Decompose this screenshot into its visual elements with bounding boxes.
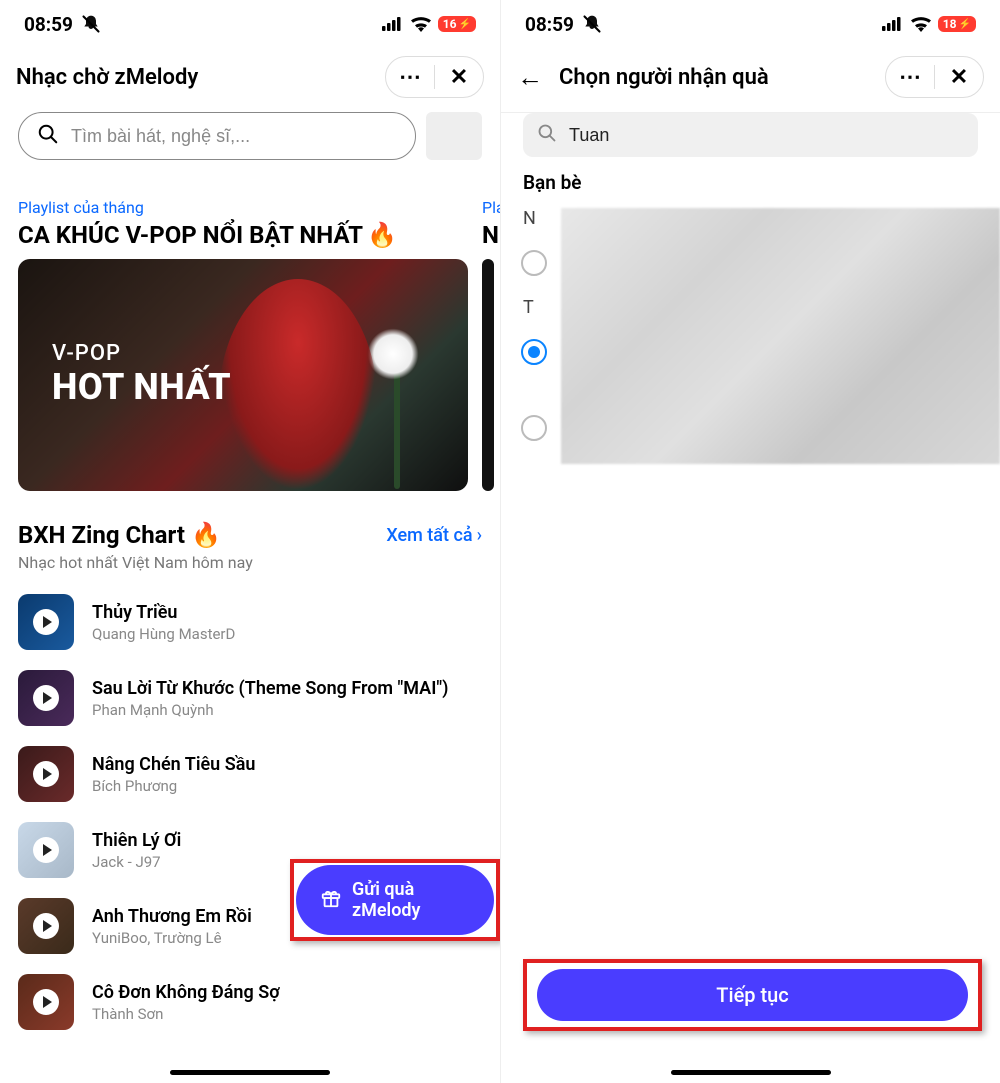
song-thumb[interactable]	[18, 594, 74, 650]
playlist-card[interactable]: Playlist của tháng CA KHÚC V-POP NỔI BẬT…	[18, 198, 468, 491]
song-item[interactable]: Nâng Chén Tiêu Sầu Bích Phương	[18, 746, 482, 802]
continue-button-label: Tiếp tục	[716, 983, 788, 1007]
playlist-cover[interactable]: V-POP HOT NHẤT	[18, 259, 468, 491]
status-bar: 08:59 16	[0, 0, 500, 48]
status-time: 08:59	[525, 13, 574, 36]
search-input-wrap[interactable]	[523, 113, 978, 157]
continue-button[interactable]: Tiếp tục	[537, 969, 968, 1021]
song-list: Thủy Triều Quang Hùng MasterD Sau Lời Từ …	[18, 594, 482, 1030]
song-title: Thủy Triều	[92, 602, 235, 623]
page-title: Chọn người nhận quà	[559, 65, 769, 90]
back-button[interactable]: ←	[517, 62, 543, 93]
song-item[interactable]: Thủy Triều Quang Hùng MasterD	[18, 594, 482, 650]
song-thumb[interactable]	[18, 822, 74, 878]
battery-badge: 18	[938, 16, 976, 32]
friends-heading: Bạn bè	[501, 169, 1000, 202]
screen-left: 08:59 16 Nhạc chờ zMelody ⋯ ✕	[0, 0, 500, 1083]
status-time: 08:59	[24, 13, 73, 36]
play-icon	[33, 913, 59, 939]
fire-icon: 🔥	[191, 521, 221, 549]
header-actions: ⋯ ✕	[885, 56, 984, 98]
radio-checked[interactable]	[521, 339, 547, 365]
playlist-title: NH	[482, 221, 500, 249]
song-artist: Thành Sơn	[92, 1005, 280, 1023]
play-icon	[33, 685, 59, 711]
playlists-section: Playlist của tháng CA KHÚC V-POP NỔI BẬT…	[0, 174, 500, 491]
fire-icon: 🔥	[367, 221, 397, 249]
friends-list: N T	[501, 208, 1000, 456]
close-button[interactable]: ✕	[935, 57, 983, 97]
more-button[interactable]: ⋯	[386, 57, 434, 97]
gift-button-label: Gửi quà zMelody	[352, 879, 470, 921]
friends-redacted	[561, 208, 1000, 464]
wifi-icon	[910, 16, 932, 32]
play-icon	[33, 609, 59, 635]
song-thumb[interactable]	[18, 898, 74, 954]
song-title: Anh Thương Em Rồi	[92, 906, 252, 927]
search-side-thumb[interactable]	[426, 112, 482, 160]
view-all-link[interactable]: Xem tất cả›	[386, 525, 482, 546]
playlist-title: CA KHÚC V-POP NỔI BẬT NHẤT🔥	[18, 221, 468, 249]
continue-button-highlight: Tiếp tục	[523, 959, 982, 1031]
song-item[interactable]: Cô Đơn Không Đáng Sợ Thành Sơn	[18, 974, 482, 1030]
playlist-card-peek[interactable]: Pla NH	[482, 198, 500, 491]
cover-text-big: HOT NHẤT	[52, 366, 231, 408]
cover-text-small: V-POP	[52, 341, 231, 366]
song-title: Sau Lời Từ Khước (Theme Song From "MAI")	[92, 678, 448, 699]
screen-right: 08:59 18 ← Chọn người nhận quà ⋯ ✕	[500, 0, 1000, 1083]
song-title: Thiên Lý Ơi	[92, 830, 181, 851]
home-indicator[interactable]	[671, 1070, 831, 1075]
page-title: Nhạc chờ zMelody	[16, 65, 198, 90]
playlist-tag: Playlist của tháng	[18, 198, 468, 217]
song-item[interactable]: Sau Lời Từ Khước (Theme Song From "MAI")…	[18, 670, 482, 726]
song-artist: Quang Hùng MasterD	[92, 625, 235, 643]
song-artist: Jack - J97	[92, 853, 181, 871]
song-artist: Phan Mạnh Quỳnh	[92, 701, 448, 719]
radio-unchecked[interactable]	[521, 415, 547, 441]
more-button[interactable]: ⋯	[886, 57, 934, 97]
song-title: Cô Đơn Không Đáng Sợ	[92, 982, 280, 1003]
song-artist: YuniBoo, Trường Lê	[92, 929, 252, 947]
wifi-icon	[410, 16, 432, 32]
search-input[interactable]	[569, 125, 964, 146]
header-actions: ⋯ ✕	[385, 56, 484, 98]
song-thumb[interactable]	[18, 974, 74, 1030]
gift-icon	[320, 887, 342, 914]
song-artist: Bích Phương	[92, 777, 255, 795]
play-icon	[33, 761, 59, 787]
signal-icon	[882, 17, 904, 31]
search-icon	[537, 123, 557, 147]
chart-title: BXH Zing Chart🔥	[18, 521, 221, 549]
chevron-right-icon: ›	[477, 525, 482, 546]
search-input[interactable]	[71, 126, 397, 147]
silent-icon	[582, 14, 602, 34]
play-icon	[33, 989, 59, 1015]
song-thumb[interactable]	[18, 670, 74, 726]
playlist-tag: Pla	[482, 198, 500, 217]
search-input-wrap[interactable]	[18, 112, 416, 160]
song-title: Nâng Chén Tiêu Sầu	[92, 754, 255, 775]
play-icon	[33, 837, 59, 863]
status-bar: 08:59 18	[501, 0, 1000, 48]
silent-icon	[81, 14, 101, 34]
battery-badge: 16	[438, 16, 476, 32]
home-indicator[interactable]	[170, 1070, 330, 1075]
search-icon	[37, 123, 59, 149]
song-thumb[interactable]	[18, 746, 74, 802]
header: ← Chọn người nhận quà ⋯ ✕	[501, 48, 1000, 113]
header: Nhạc chờ zMelody ⋯ ✕	[0, 48, 500, 112]
close-button[interactable]: ✕	[435, 57, 483, 97]
gift-button-highlight: Gửi quà zMelody	[290, 859, 500, 941]
signal-icon	[382, 17, 404, 31]
chart-section: BXH Zing Chart🔥 Xem tất cả› Nhạc hot nhấ…	[0, 491, 500, 1030]
gift-button[interactable]: Gửi quà zMelody	[296, 865, 494, 935]
chart-subtitle: Nhạc hot nhất Việt Nam hôm nay	[18, 553, 482, 572]
radio-unchecked[interactable]	[521, 250, 547, 276]
